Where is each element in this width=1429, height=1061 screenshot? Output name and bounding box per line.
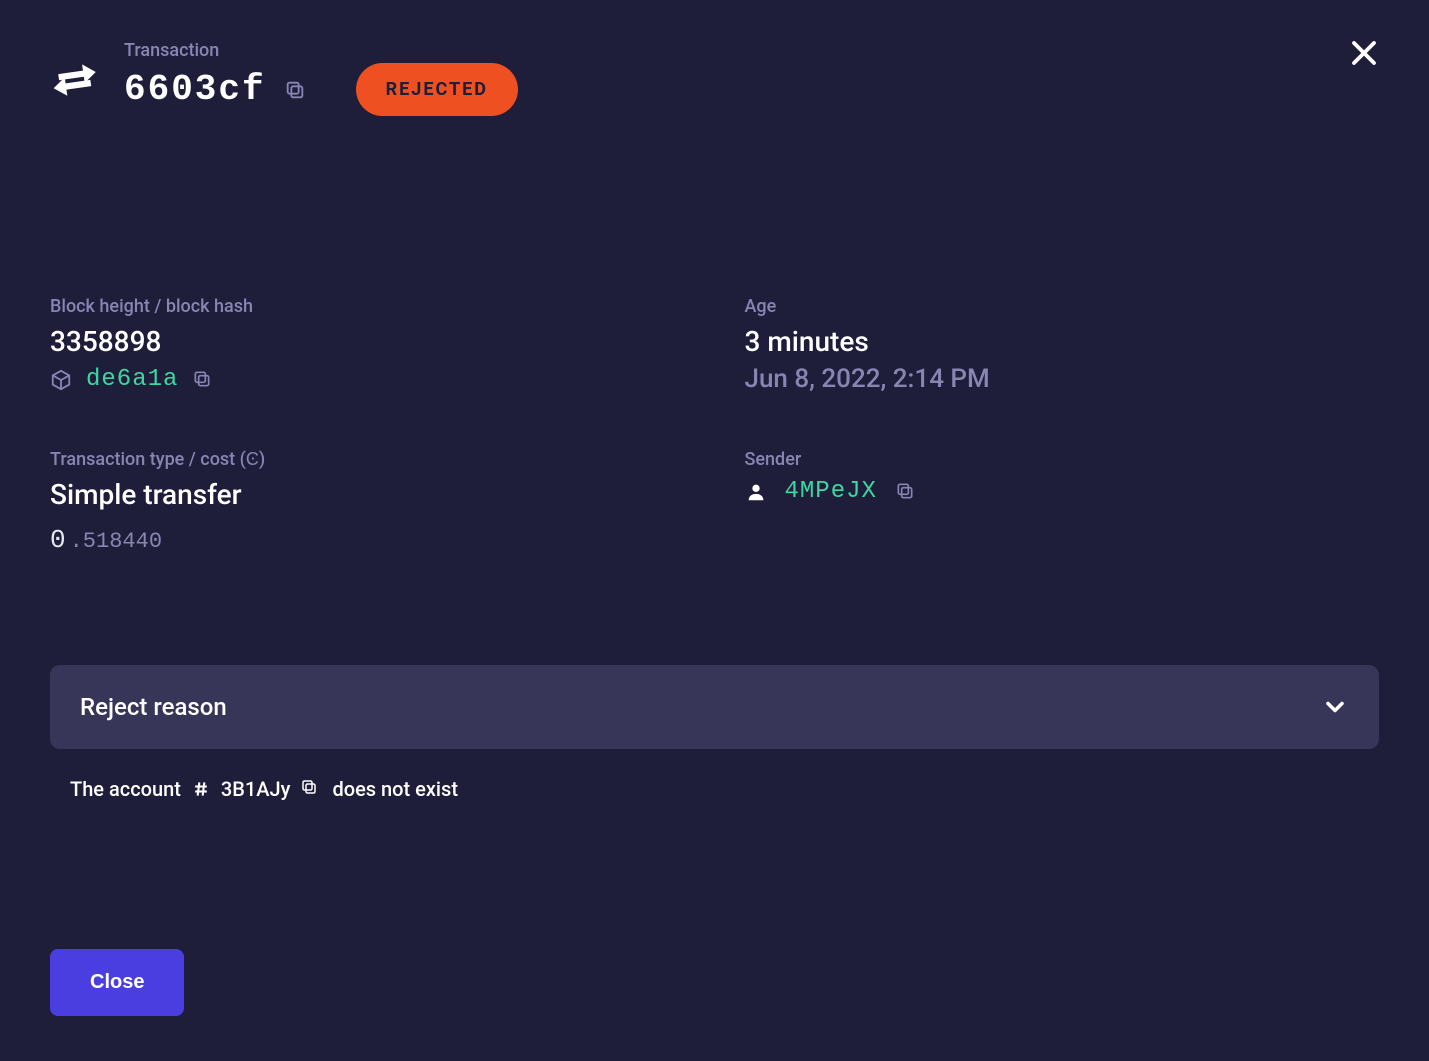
cost-value: 0 .518440 xyxy=(50,525,685,555)
block-label: Block height / block hash xyxy=(50,296,685,317)
detail-block: Block height / block hash 3358898 de6a1a xyxy=(50,296,685,394)
age-timestamp: Jun 8, 2022, 2:14 PM xyxy=(745,364,1380,394)
detail-sender: Sender 4MPeJX xyxy=(745,449,1380,555)
detail-age: Age 3 minutes Jun 8, 2022, 2:14 PM xyxy=(745,296,1380,394)
modal-footer: Close xyxy=(50,949,1379,1016)
copy-icon[interactable] xyxy=(300,778,322,800)
transaction-modal: Transaction 6603cf REJECTED Block height… xyxy=(0,0,1429,1061)
reject-msg-suffix: does not exist xyxy=(332,777,458,801)
block-hash[interactable]: de6a1a xyxy=(86,366,178,393)
sender-address[interactable]: 4MPeJX xyxy=(785,478,877,505)
header-subtitle: Transaction xyxy=(124,40,518,61)
transaction-hash: 6603cf xyxy=(124,69,266,110)
accordion-header[interactable]: Reject reason xyxy=(50,665,1379,749)
copy-icon[interactable] xyxy=(895,481,917,503)
reject-msg-prefix: The account xyxy=(70,777,181,801)
sender-row: 4MPeJX xyxy=(745,478,1380,505)
chevron-down-icon xyxy=(1321,693,1349,721)
modal-header: Transaction 6603cf REJECTED xyxy=(50,40,1379,116)
cost-decimal: .518440 xyxy=(70,529,162,554)
detail-type: Transaction type / cost (Ͼ) Simple trans… xyxy=(50,449,685,555)
status-badge: REJECTED xyxy=(356,63,518,116)
accordion-body: The account 3B1AJy does not exist xyxy=(50,749,1379,811)
age-relative: 3 minutes xyxy=(745,325,1380,358)
copy-icon[interactable] xyxy=(192,369,214,391)
person-icon xyxy=(745,481,767,503)
reject-account[interactable]: 3B1AJy xyxy=(221,777,291,801)
copy-icon[interactable] xyxy=(284,79,306,101)
cost-integer: 0 xyxy=(50,525,66,555)
title-block: Transaction 6603cf REJECTED xyxy=(124,40,518,116)
block-hash-row: de6a1a xyxy=(50,366,685,393)
type-value: Simple transfer xyxy=(50,478,685,511)
age-label: Age xyxy=(745,296,1380,317)
close-button[interactable]: Close xyxy=(50,949,184,1016)
accordion-title: Reject reason xyxy=(80,693,227,721)
hash-icon xyxy=(191,779,211,799)
block-height: 3358898 xyxy=(50,325,685,358)
reject-reason-panel: Reject reason The account 3B1AJy xyxy=(50,665,1379,811)
close-icon[interactable] xyxy=(1349,38,1379,68)
cube-icon xyxy=(50,369,72,391)
transfer-icon xyxy=(50,53,100,103)
type-label: Transaction type / cost (Ͼ) xyxy=(50,449,685,470)
title-row: 6603cf REJECTED xyxy=(124,63,518,116)
sender-label: Sender xyxy=(745,449,1380,470)
details-grid: Block height / block hash 3358898 de6a1a xyxy=(50,296,1379,555)
